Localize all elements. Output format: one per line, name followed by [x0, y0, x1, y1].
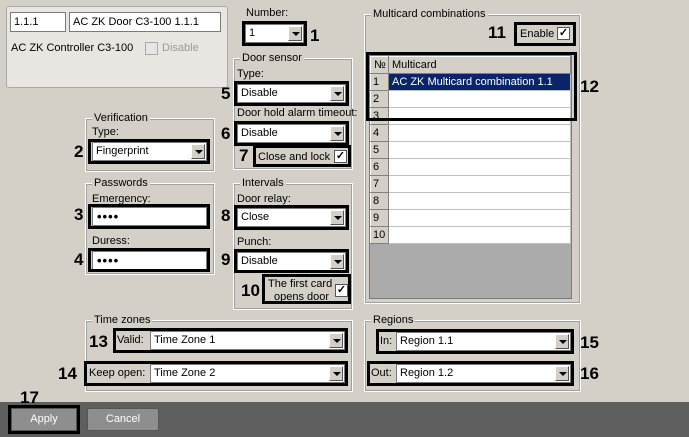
door-name-field[interactable]: AC ZK Door C3-100 1.1.1	[69, 12, 221, 32]
verification-type-label: Type:	[92, 126, 119, 138]
controller-name: AC ZK Controller C3-100	[11, 42, 134, 54]
door-sensor-type-label: Type:	[237, 68, 264, 80]
multicard-cell[interactable]	[388, 209, 571, 227]
callout-7: 7	[239, 146, 249, 165]
table-row[interactable]: 9	[370, 209, 571, 227]
callout-box-7	[253, 145, 351, 167]
callout-box-15	[376, 329, 574, 354]
callout-box-5	[234, 81, 349, 106]
row-number: 7	[370, 175, 389, 193]
table-row[interactable]: 8	[370, 192, 571, 210]
row-number: 5	[370, 141, 389, 159]
callout-14: 14	[58, 364, 77, 383]
table-row[interactable]: 6	[370, 158, 571, 176]
multicard-cell[interactable]	[388, 192, 571, 210]
callout-15: 15	[580, 333, 599, 352]
row-number: 4	[370, 124, 389, 142]
table-row[interactable]: 10	[370, 226, 571, 244]
callout-box-4	[88, 248, 210, 272]
callout-box-16	[367, 361, 574, 386]
row-number: 10	[370, 226, 389, 244]
disable-checkbox[interactable]	[145, 42, 158, 55]
cancel-button[interactable]: Cancel	[87, 408, 159, 431]
row-number: 8	[370, 192, 389, 210]
callout-box-8	[234, 205, 349, 230]
multicard-cell[interactable]	[388, 175, 571, 193]
callout-box-9	[234, 249, 349, 273]
punch-label: Punch:	[237, 236, 272, 248]
regions-title: Regions	[371, 314, 416, 327]
verification-title: Verification	[92, 112, 150, 125]
row-number: 9	[370, 209, 389, 227]
callout-box-12	[366, 52, 577, 121]
callout-6: 6	[221, 124, 231, 143]
table-row[interactable]: 4	[370, 124, 571, 142]
number-label: Number:	[246, 7, 289, 19]
door-sensor-title: Door sensor	[240, 52, 304, 65]
duress-label: Duress:	[92, 235, 130, 247]
multicard-cell[interactable]	[388, 226, 571, 244]
callout-16: 16	[580, 364, 599, 383]
callout-box-6	[234, 121, 349, 146]
callout-10: 10	[241, 281, 260, 300]
door-hold-alarm-label: Door hold alarm timeout:	[237, 107, 358, 119]
callout-13: 13	[89, 332, 108, 351]
callout-box-10	[262, 274, 351, 304]
callout-9: 9	[221, 250, 231, 269]
callout-box-17	[8, 405, 80, 434]
passwords-title: Passwords	[92, 177, 150, 190]
callout-box-3	[88, 204, 210, 229]
callout-box-11	[514, 22, 576, 46]
callout-box-2	[88, 139, 210, 164]
callout-11: 11	[488, 23, 506, 42]
disable-label: Disable	[162, 42, 199, 54]
callout-8: 8	[221, 206, 231, 225]
door-id-field[interactable]: 1.1.1	[10, 12, 66, 32]
table-row[interactable]: 5	[370, 141, 571, 159]
row-number: 6	[370, 158, 389, 176]
callout-3: 3	[74, 205, 84, 224]
multicard-cell[interactable]	[388, 158, 571, 176]
callout-1: 1	[310, 26, 320, 45]
time-zones-title: Time zones	[92, 314, 153, 327]
callout-box-14	[84, 361, 348, 386]
multicard-title: Multicard combinations	[371, 8, 488, 21]
callout-4: 4	[74, 250, 84, 269]
callout-12: 12	[580, 77, 599, 96]
table-row[interactable]: 7	[370, 175, 571, 193]
callout-2: 2	[74, 142, 84, 161]
callout-box-13	[113, 328, 348, 353]
callout-5: 5	[221, 84, 231, 103]
intervals-title: Intervals	[240, 177, 286, 190]
door-settings-panel: 1.1.1 AC ZK Door C3-100 1.1.1 AC ZK Cont…	[0, 0, 689, 437]
multicard-cell[interactable]	[388, 141, 571, 159]
callout-box-1	[242, 21, 307, 46]
multicard-cell[interactable]	[388, 124, 571, 142]
